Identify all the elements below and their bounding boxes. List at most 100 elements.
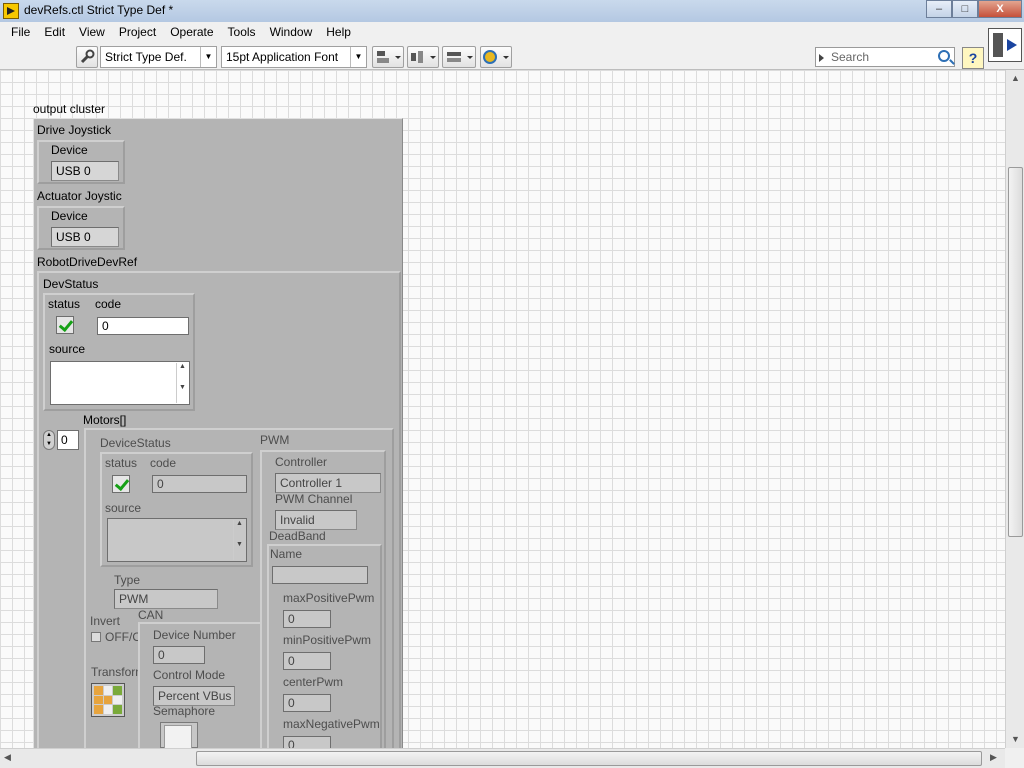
menu-help[interactable]: Help [319, 22, 358, 44]
drive-device-ring[interactable]: USB 0 [51, 161, 119, 181]
motor-code-input[interactable]: 0 [152, 475, 247, 493]
motor-code-label: code [150, 456, 177, 470]
pwm-channel-ring[interactable]: Invalid [275, 510, 357, 530]
menu-view[interactable]: View [72, 22, 112, 44]
front-panel-canvas[interactable]: output cluster Drive Joystick Device USB… [0, 70, 1005, 748]
can-label: CAN [138, 608, 164, 622]
menu-tools[interactable]: Tools [221, 22, 263, 44]
code-label: code [95, 297, 122, 311]
search-placeholder: Search [831, 50, 870, 64]
output-cluster[interactable]: Drive Joystick Device USB 0 Actuator Joy… [33, 118, 403, 748]
horizontal-scrollbar[interactable]: ◀ ▶ [0, 748, 1005, 768]
index-spinner[interactable]: ▲ ▼ [43, 430, 55, 450]
font-dropdown[interactable]: 15pt Application Font ▼ [221, 46, 367, 68]
motor-status-label: status [105, 456, 138, 470]
wrench-icon[interactable] [76, 46, 98, 68]
max-positive-pwm-input[interactable]: 0 [283, 610, 331, 628]
title-bar: devRefs.ctl Strict Type Def * – □ X [0, 0, 1024, 22]
scroll-right-icon[interactable]: ▶ [990, 752, 997, 763]
device-status-label: DeviceStatus [100, 436, 171, 450]
name-label: Name [270, 547, 303, 561]
source-scrollbar[interactable]: ▲ ▼ [176, 363, 188, 403]
reorder-objects-icon[interactable] [480, 46, 512, 68]
resize-objects-icon[interactable] [442, 46, 476, 68]
vi-connector-icon[interactable] [988, 28, 1022, 62]
invert-value: OFF/O [105, 630, 142, 644]
menu-file[interactable]: File [4, 22, 37, 44]
invert-label: Invert [90, 614, 121, 628]
menu-operate[interactable]: Operate [163, 22, 220, 44]
type-ring[interactable]: PWM [114, 589, 218, 609]
motors-label: Motors[] [83, 413, 127, 427]
menu-bar: File Edit View Project Operate Tools Win… [0, 22, 1024, 44]
output-cluster-label: output cluster [33, 102, 106, 116]
can-cluster[interactable]: Device Number 0 Control Mode Percent VBu… [138, 622, 263, 748]
maximize-button[interactable]: □ [952, 0, 978, 18]
drive-joystick-cluster[interactable]: Device USB 0 [37, 140, 125, 184]
search-input[interactable]: Search [815, 47, 955, 67]
help-button[interactable]: ? [962, 47, 984, 69]
play-icon [819, 54, 824, 62]
code-input[interactable]: 0 [97, 317, 189, 335]
devstatus-cluster[interactable]: status code 0 source ▲ ▼ [43, 293, 195, 411]
pwm-label: PWM [260, 433, 290, 447]
actuator-device-label: Device [51, 209, 88, 223]
minimize-button[interactable]: – [926, 0, 952, 18]
name-input[interactable] [272, 566, 368, 584]
robot-drive-label: RobotDriveDevRef [37, 255, 138, 269]
type-label: Type [114, 573, 141, 587]
transform-grid-icon[interactable] [91, 683, 125, 717]
device-status-cluster[interactable]: status code 0 source ▲ ▼ [100, 452, 253, 567]
max-negative-pwm-input[interactable]: 0 [283, 736, 331, 748]
chevron-down-icon: ▼ [200, 47, 216, 67]
scroll-up-icon[interactable]: ▲ [1011, 73, 1020, 83]
source-text[interactable]: ▲ ▼ [50, 361, 190, 405]
menu-window[interactable]: Window [263, 22, 320, 44]
control-type-value: Strict Type Def. [105, 50, 187, 64]
motor-status-check-icon[interactable] [112, 475, 130, 493]
device-number-input[interactable]: 0 [153, 646, 205, 664]
menu-edit[interactable]: Edit [37, 22, 72, 44]
close-button[interactable]: X [978, 0, 1022, 18]
pwm-cluster[interactable]: Controller Controller 1 PWM Channel Inva… [260, 450, 386, 748]
semaphore-label: Semaphore [153, 704, 216, 718]
chevron-down-icon: ▼ [350, 47, 366, 67]
scroll-down-icon[interactable]: ▼ [1011, 734, 1020, 744]
window-title: devRefs.ctl Strict Type Def * [24, 3, 174, 17]
font-value: 15pt Application Font [226, 50, 339, 64]
motor-source-scrollbar[interactable]: ▲ ▼ [233, 520, 245, 560]
motor-source-text[interactable]: ▲ ▼ [107, 518, 247, 562]
horizontal-scroll-thumb[interactable] [196, 751, 982, 766]
control-type-dropdown[interactable]: Strict Type Def. ▼ [100, 46, 217, 68]
center-pwm-input[interactable]: 0 [283, 694, 331, 712]
control-mode-label: Control Mode [153, 668, 226, 682]
scroll-left-icon[interactable]: ◀ [4, 752, 11, 763]
min-positive-pwm-input[interactable]: 0 [283, 652, 331, 670]
align-objects-icon[interactable] [372, 46, 404, 68]
max-positive-pwm-label: maxPositivePwm [283, 591, 375, 605]
drive-joystick-label: Drive Joystick [37, 123, 112, 137]
controller-label: Controller [275, 455, 328, 469]
window-controls: – □ X [926, 0, 1022, 18]
robot-drive-cluster[interactable]: DevStatus status code 0 source ▲ ▼ Motors… [37, 271, 401, 748]
actuator-joystick-label: Actuator Joystic [37, 189, 122, 203]
index-value[interactable]: 0 [57, 430, 79, 450]
semaphore-refnum-icon[interactable] [160, 722, 198, 748]
motors-array-element[interactable]: DeviceStatus status code 0 source ▲ ▼ Typ… [84, 428, 394, 748]
distribute-objects-icon[interactable] [407, 46, 439, 68]
devstatus-label: DevStatus [43, 277, 99, 291]
motors-index[interactable]: ▲ ▼ 0 [43, 430, 79, 450]
vertical-scrollbar[interactable]: ▲ ▼ [1005, 70, 1024, 748]
controller-ring[interactable]: Controller 1 [275, 473, 381, 493]
labview-app-icon[interactable] [3, 3, 19, 19]
vertical-scroll-thumb[interactable] [1008, 167, 1023, 537]
menu-project[interactable]: Project [112, 22, 163, 44]
deadband-label: DeadBand [269, 529, 326, 543]
deadband-cluster[interactable]: Name maxPositivePwm 0 minPositivePwm 0 c… [267, 544, 382, 748]
status-check-icon[interactable] [56, 316, 74, 334]
search-icon[interactable] [938, 50, 950, 62]
control-mode-ring[interactable]: Percent VBus [153, 686, 235, 706]
actuator-joystick-cluster[interactable]: Device USB 0 [37, 206, 125, 250]
actuator-device-ring[interactable]: USB 0 [51, 227, 119, 247]
invert-checkbox[interactable] [91, 632, 101, 642]
